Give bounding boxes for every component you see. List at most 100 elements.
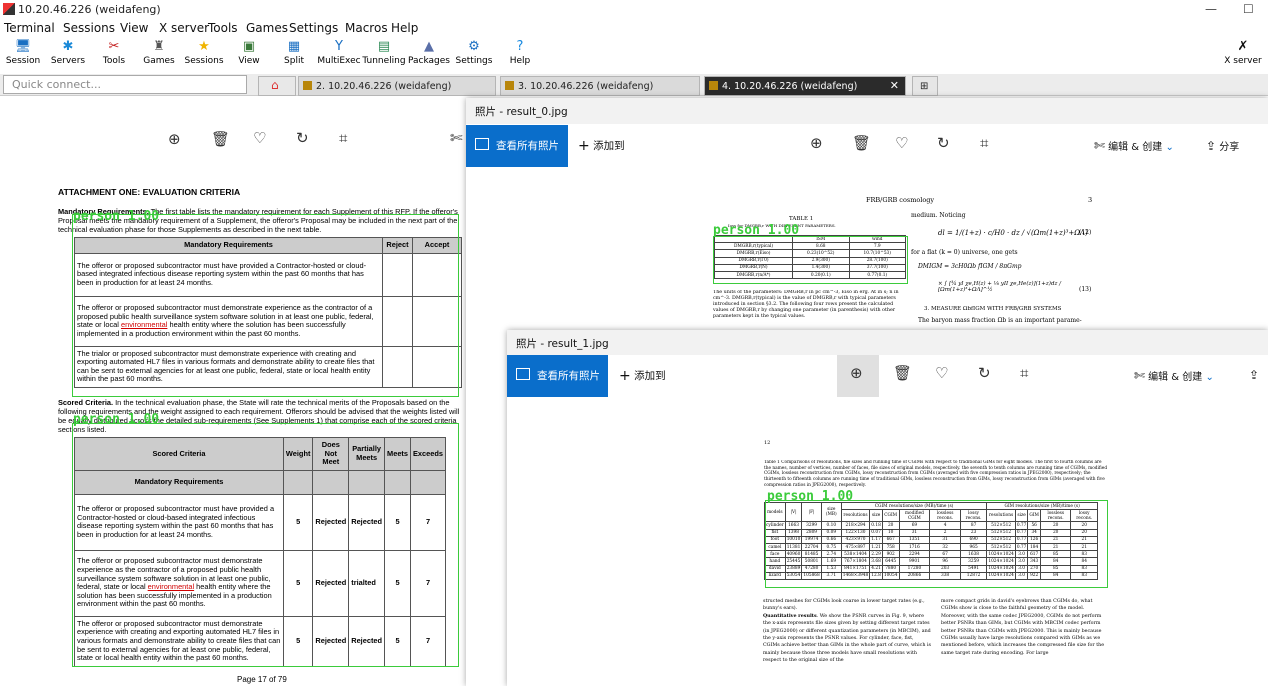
crop-icon[interactable]: ⌗	[980, 134, 988, 152]
servers-button[interactable]: ✱ Servers	[45, 36, 91, 66]
detection-label: person 1.00	[73, 412, 160, 427]
add-to-button[interactable]: + 添加到	[619, 368, 666, 384]
detection-box	[72, 423, 459, 667]
edit-create-button[interactable]: ✄ 编辑 & 创建 ⌄	[1134, 368, 1214, 384]
toolbar-label: Session	[5, 56, 41, 66]
menu-terminal[interactable]: Terminal	[4, 21, 55, 35]
sessions-button[interactable]: ★ Sessions	[181, 36, 227, 66]
zoom-icon[interactable]: ⊕	[168, 130, 181, 148]
plus-icon: +	[619, 368, 631, 384]
toolbar-label: Settings	[455, 56, 493, 66]
detection-box	[765, 500, 1108, 588]
paper-column-left: structed meshes for CGIMs look coarse in…	[763, 599, 931, 664]
crop-icon[interactable]: ⌗	[339, 129, 347, 147]
toolbar-label: X server	[1224, 56, 1262, 66]
toolbar-label: Help	[509, 56, 531, 66]
favorite-icon[interactable]: ♡	[895, 134, 908, 152]
menu-tools[interactable]: Tools	[208, 21, 238, 35]
rotate-icon[interactable]: ↻	[978, 364, 991, 382]
terminal-tab-icon	[505, 81, 514, 90]
tunneling-icon: ▤	[377, 39, 391, 54]
toolbar-label: View	[238, 56, 260, 66]
toolbar-label: Tools	[102, 56, 126, 66]
favorite-icon[interactable]: ♡	[935, 364, 948, 382]
menu-bar: Terminal Sessions View X server Tools Ga…	[0, 20, 1268, 36]
view-icon: ▣	[242, 39, 256, 54]
home-tab[interactable]: ⌂	[258, 76, 296, 96]
crop-icon[interactable]: ⌗	[1020, 364, 1028, 382]
edit-create-icon[interactable]: ✄	[450, 129, 463, 147]
tab-label: 2. 10.20.46.226 (weidafeng)	[316, 81, 452, 92]
menu-games[interactable]: Games	[246, 21, 288, 35]
star-icon: ★	[198, 39, 210, 54]
detection-label: person 1.00	[713, 223, 800, 238]
detection-label: person 1.00	[767, 489, 854, 504]
share-button[interactable]: ⇪ 分享	[1206, 138, 1239, 153]
menu-x-server[interactable]: X server	[159, 21, 209, 35]
games-icon: ♜	[153, 39, 165, 54]
zoom-icon[interactable]: ⊕	[810, 134, 823, 152]
help-button[interactable]: ? Help	[497, 36, 543, 66]
split-button[interactable]: ▦ Split	[271, 36, 317, 66]
photo-toolbar: 查看所有照片 + 添加到 ⊕ 🗑 ♡ ↻ ⌗ ✄ 编辑 & 创建 ⌄ ⇪	[507, 355, 1268, 397]
main-toolbar: 🖥 Session ✱ Servers ✂ Tools ♜ Games ★ Sessions ▣ Vi…	[0, 36, 1268, 72]
menu-help[interactable]: Help	[391, 21, 418, 35]
toolbar-label: Tunneling	[362, 56, 406, 66]
packages-button[interactable]: ▲ Packages	[406, 36, 452, 66]
title-bar: 10.20.46.226 (weidafeng) — ☐	[0, 0, 1268, 20]
quick-connect-input[interactable]: Quick connect...	[3, 75, 247, 94]
window-title: 照片 - result_1.jpg	[507, 330, 1268, 356]
zoom-icon[interactable]: ⊕	[850, 364, 863, 382]
toolbar-label: Sessions	[184, 56, 224, 66]
view-all-photos-button[interactable]: 查看所有照片	[466, 125, 568, 167]
menu-view[interactable]: View	[120, 21, 148, 35]
packages-icon: ▲	[424, 39, 434, 54]
edit-create-icon: ✄	[1134, 369, 1145, 384]
toolbar-label: Split	[284, 56, 304, 66]
view-all-photos-button[interactable]: 查看所有照片	[507, 355, 608, 397]
add-to-button[interactable]: + 添加到	[578, 138, 625, 154]
delete-icon[interactable]: 🗑	[893, 364, 912, 382]
view-button[interactable]: ▣ View	[226, 36, 272, 66]
rotate-icon[interactable]: ↻	[296, 129, 309, 147]
new-tab-button[interactable]: ⊞	[912, 76, 938, 96]
minimize-button[interactable]: —	[1205, 2, 1217, 16]
plus-icon: +	[578, 138, 590, 154]
share-button[interactable]: ⇪	[1249, 368, 1259, 382]
servers-icon: ✱	[62, 39, 74, 54]
games-button[interactable]: ♜ Games	[136, 36, 182, 66]
menu-sessions[interactable]: Sessions	[63, 21, 115, 35]
delete-icon[interactable]: 🗑	[211, 130, 230, 148]
menu-settings[interactable]: Settings	[289, 21, 338, 35]
page-number: Page 17 of 79	[237, 675, 287, 684]
tab-session-2[interactable]: 2. 10.20.46.226 (weidafeng)	[298, 76, 496, 96]
delete-icon[interactable]: 🗑	[852, 134, 871, 152]
document-heading: ATTACHMENT ONE: EVALUATION CRITERIA	[58, 187, 241, 197]
session-button[interactable]: 🖥 Session	[0, 36, 46, 66]
edit-create-button[interactable]: ✄ 编辑 & 创建 ⌄	[1094, 138, 1174, 154]
rotate-icon[interactable]: ↻	[937, 134, 950, 152]
chevron-down-icon: ⌄	[1205, 372, 1214, 383]
session-icon: 🖥	[14, 39, 32, 54]
detection-label: person 1.00	[73, 209, 160, 224]
help-icon: ?	[516, 39, 524, 54]
x-server-button[interactable]: ✗ X server	[1220, 36, 1266, 66]
terminal-tab-icon	[709, 81, 718, 90]
tab-strip: Quick connect... ⌂ 2. 10.20.46.226 (weid…	[0, 74, 1268, 96]
photo-icon	[475, 138, 489, 150]
share-icon: ⇪	[1249, 368, 1260, 382]
menu-macros[interactable]: Macros	[345, 21, 388, 35]
maximize-button[interactable]: ☐	[1243, 2, 1254, 16]
edit-create-icon: ✄	[1094, 139, 1105, 154]
multiexec-button[interactable]: Y MultiExec	[316, 36, 362, 66]
close-tab-icon[interactable]: ✕	[890, 79, 899, 92]
tools-button[interactable]: ✂ Tools	[91, 36, 137, 66]
tab-session-4[interactable]: 4. 10.20.46.226 (weidafeng) ✕	[704, 76, 906, 96]
favorite-icon[interactable]: ♡	[253, 129, 266, 147]
settings-button[interactable]: ⚙ Settings	[451, 36, 497, 66]
split-icon: ▦	[287, 39, 301, 54]
tunneling-button[interactable]: ▤ Tunneling	[361, 36, 407, 66]
equation: × ∫ [¾ yI χe,H(z) + ⅛ yII χe,He(z)](1+z)…	[938, 281, 1061, 293]
toolbar-label: Packages	[408, 56, 450, 66]
tab-session-3[interactable]: 3. 10.20.46.226 (weidafeng)	[500, 76, 700, 96]
